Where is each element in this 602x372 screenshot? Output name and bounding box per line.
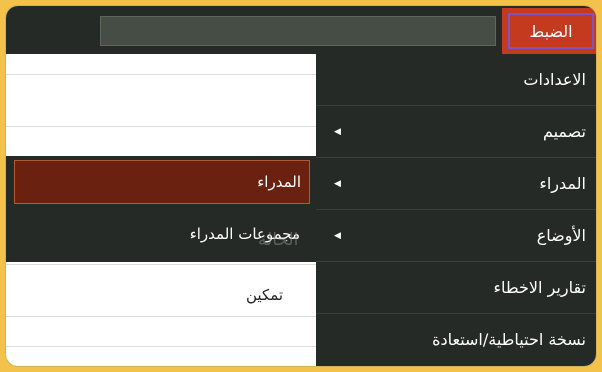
menu-item-design[interactable]: تصميم ◀ (316, 106, 596, 158)
menu-item-label: تقارير الاخطاء (493, 278, 587, 297)
submenu-arrow-icon: ◀ (334, 179, 341, 189)
menu-item-label: المدراء (539, 174, 586, 193)
status-column-label: الحالة (258, 230, 299, 250)
page-row-divider (6, 74, 316, 75)
top-bar: الضبط (6, 6, 596, 54)
menu-item-label: الاعدادات (523, 70, 586, 89)
submenu-item-admins[interactable]: المدراء (14, 160, 310, 204)
menu-item-modes[interactable]: الأوضاع ◀ (316, 210, 596, 262)
menu-item-settings[interactable]: الاعدادات (316, 54, 596, 106)
menu-item-label: الأوضاع (536, 226, 586, 245)
settings-menu-tab[interactable]: الضبط (502, 8, 596, 54)
settings-menu-label[interactable]: الضبط (508, 13, 594, 49)
settings-dropdown-menu: الاعدادات تصميم ◀ المدراء ◀ الأوضاع ◀ تق… (316, 54, 596, 366)
menu-item-error-reports[interactable]: تقارير الاخطاء (316, 262, 596, 314)
top-search-field[interactable] (100, 16, 496, 46)
page-row-divider (6, 346, 316, 347)
submenu-arrow-icon: ◀ (334, 231, 341, 241)
menu-item-backup-restore[interactable]: نسخة احتياطية/استعادة (316, 314, 596, 366)
menu-item-label: نسخة احتياطية/استعادة (432, 330, 586, 349)
page-row-divider (6, 316, 316, 317)
submenu-arrow-icon: ◀ (334, 127, 341, 137)
menu-item-label: تصميم (542, 122, 586, 141)
page-row-divider (6, 264, 316, 265)
submenu-item-label: المدراء (257, 173, 301, 191)
status-value: تمكين (246, 286, 284, 304)
page-row-divider (6, 126, 316, 127)
app-frame: الضبط تمكين الاعدادات تصميم ◀ المدراء ◀ … (6, 6, 596, 366)
menu-item-admins[interactable]: المدراء ◀ (316, 158, 596, 210)
